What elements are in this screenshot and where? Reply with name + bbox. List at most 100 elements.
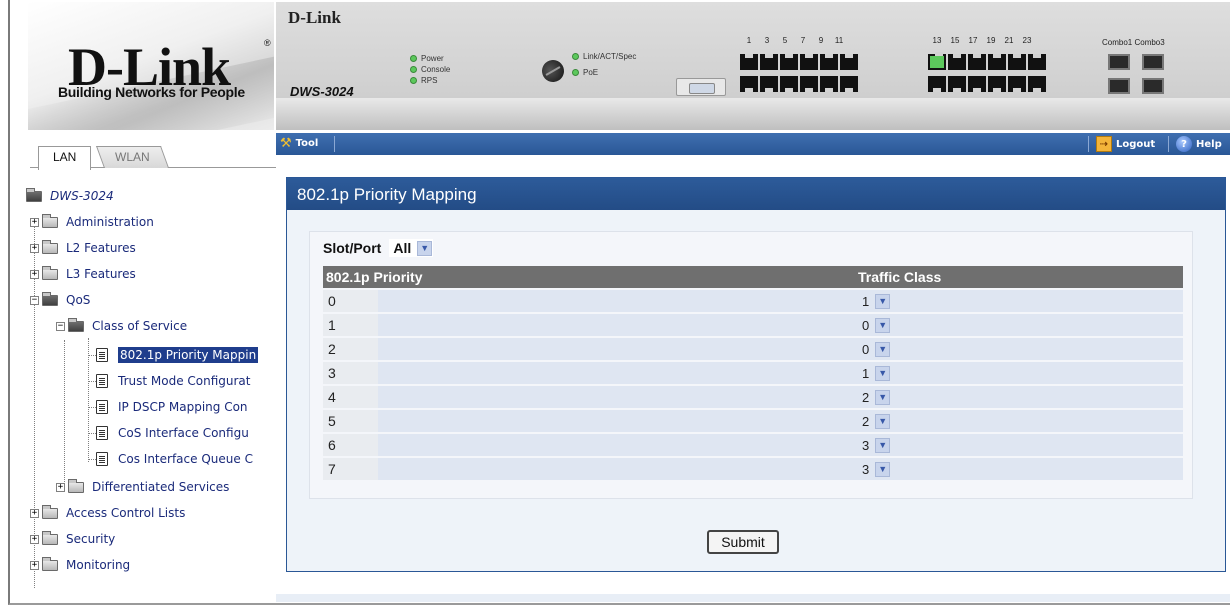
traffic-class-value: 0 [862, 341, 870, 357]
port-number: 8 [800, 102, 806, 111]
chevron-down-icon[interactable]: ▼ [875, 389, 891, 405]
expand-icon[interactable]: + [30, 269, 39, 279]
table-row: 7 3 ▼ [323, 458, 1183, 480]
tree-item-cos-interface[interactable]: CoS Interface Configu [96, 424, 249, 442]
logout-icon: ⇢ [1096, 136, 1112, 152]
priority-value: 6 [328, 437, 336, 453]
tree-item-priority-mapping[interactable]: 802.1p Priority Mappin [96, 346, 259, 364]
ethernet-port-icon [948, 76, 966, 92]
ethernet-port-icon [800, 76, 818, 92]
toolbar-divider [1168, 136, 1169, 152]
poe-led: PoE [572, 68, 598, 77]
slot-port-row: Slot/Port All ▼ [323, 239, 434, 257]
traffic-class-select[interactable]: 0 ▼ [858, 340, 891, 358]
tree-item-class-of-service[interactable]: − Class of Service [56, 317, 187, 335]
tree-item-label: Class of Service [92, 319, 188, 333]
chevron-down-icon[interactable]: ▼ [875, 413, 891, 429]
help-button[interactable]: ? Help [1176, 136, 1222, 152]
tree-item-ip-dscp[interactable]: IP DSCP Mapping Con [96, 398, 248, 416]
port-number: 22 [1004, 102, 1014, 111]
logo-registered-mark: ® [264, 38, 271, 48]
reset-knob-icon [537, 55, 569, 87]
tab-wlan[interactable]: WLAN [95, 146, 169, 168]
ethernet-port-icon [820, 54, 838, 70]
tab-lan[interactable]: LAN [38, 146, 92, 170]
page-icon [96, 374, 108, 388]
chevron-down-icon[interactable]: ▼ [875, 341, 891, 357]
tree-item-qos[interactable]: − QoS [30, 291, 90, 309]
tree-item-label: Differentiated Services [92, 480, 230, 494]
priority-value: 4 [328, 389, 336, 405]
folder-icon [42, 530, 58, 545]
tree-item-l2-features[interactable]: + L2 Features [30, 239, 136, 257]
port-number: 7 [800, 36, 806, 45]
traffic-class-value: 0 [862, 317, 870, 333]
ethernet-port-icon [740, 76, 758, 92]
tree-item-trust-mode[interactable]: Trust Mode Configurat [96, 372, 251, 390]
expand-icon[interactable]: + [30, 508, 39, 518]
port-number: 4 [764, 102, 770, 111]
chevron-down-icon[interactable]: ▼ [875, 437, 891, 453]
traffic-class-select[interactable]: 3 ▼ [858, 460, 891, 478]
expand-icon[interactable]: + [30, 560, 39, 570]
traffic-class-select[interactable]: 1 ▼ [858, 292, 891, 310]
traffic-class-select[interactable]: 1 ▼ [858, 364, 891, 382]
expand-icon[interactable]: + [30, 217, 39, 227]
tree-item-label: Trust Mode Configurat [118, 374, 251, 388]
chevron-down-icon[interactable]: ▼ [875, 365, 891, 381]
chevron-down-icon[interactable]: ▼ [875, 317, 891, 333]
table-row: 6 3 ▼ [323, 434, 1183, 456]
tool-menu[interactable]: ⚒ Tool [280, 136, 318, 151]
folder-open-icon [42, 291, 58, 306]
tree-root[interactable]: DWS-3024 [26, 187, 114, 205]
tree-item-cos-queue[interactable]: Cos Interface Queue C [96, 450, 253, 468]
traffic-class-select[interactable]: 0 ▼ [858, 316, 891, 334]
traffic-class-select[interactable]: 3 ▼ [858, 436, 891, 454]
poe-led-icon [572, 69, 579, 76]
bottom-strip [276, 594, 1230, 602]
tree-line [88, 407, 96, 408]
port-number: 6 [782, 102, 788, 111]
tree-item-acl[interactable]: + Access Control Lists [30, 504, 185, 522]
collapse-icon[interactable]: − [56, 321, 65, 331]
folder-icon [42, 265, 58, 280]
help-label: Help [1196, 138, 1222, 150]
chevron-down-icon[interactable]: ▼ [875, 461, 891, 477]
main-panel: 802.1p Priority Mapping Slot/Port All ▼ … [286, 177, 1226, 572]
tool-label: Tool [295, 138, 319, 149]
tree-item-diffserv[interactable]: + Differentiated Services [56, 478, 229, 496]
tree-item-monitoring[interactable]: + Monitoring [30, 556, 130, 574]
page-title: 802.1p Priority Mapping [287, 178, 1225, 210]
traffic-class-cell: 2 ▼ [855, 410, 1183, 432]
port-row-bottom-a [740, 76, 858, 92]
port-row-top-a [740, 54, 858, 70]
expand-icon[interactable]: + [30, 243, 39, 253]
tree-item-label: IP DSCP Mapping Con [118, 400, 248, 414]
chevron-down-icon[interactable]: ▼ [417, 240, 433, 256]
port-number: 5 [782, 36, 788, 45]
traffic-class-select[interactable]: 2 ▼ [858, 388, 891, 406]
tree-item-security[interactable]: + Security [30, 530, 115, 548]
priority-value: 3 [328, 365, 336, 381]
chevron-down-icon[interactable]: ▼ [875, 293, 891, 309]
ethernet-port-icon [988, 76, 1006, 92]
logout-button[interactable]: ⇢ Logout [1096, 136, 1155, 152]
submit-button[interactable]: Submit [707, 530, 779, 554]
slot-port-select[interactable]: All ▼ [389, 239, 434, 257]
power-led-label: Power [421, 54, 444, 63]
tree-item-l3-features[interactable]: + L3 Features [30, 265, 136, 283]
traffic-class-select[interactable]: 2 ▼ [858, 412, 891, 430]
expand-icon[interactable]: + [30, 534, 39, 544]
priority-cell: 0 [323, 290, 855, 312]
ethernet-port-icon [800, 54, 818, 70]
collapse-icon[interactable]: − [30, 295, 39, 305]
device-model: DWS-3024 [290, 84, 354, 99]
table-header-row: 802.1p Priority Traffic Class [323, 266, 1183, 288]
traffic-class-value: 2 [862, 413, 870, 429]
bottom-port-numbers-a: 2 4 6 8 10 12 [740, 102, 848, 111]
expand-icon[interactable]: + [56, 482, 65, 492]
port-number: 19 [986, 36, 996, 45]
port-number: 12 [834, 102, 844, 111]
ethernet-port-icon [840, 54, 858, 70]
tree-item-administration[interactable]: + Administration [30, 213, 154, 231]
